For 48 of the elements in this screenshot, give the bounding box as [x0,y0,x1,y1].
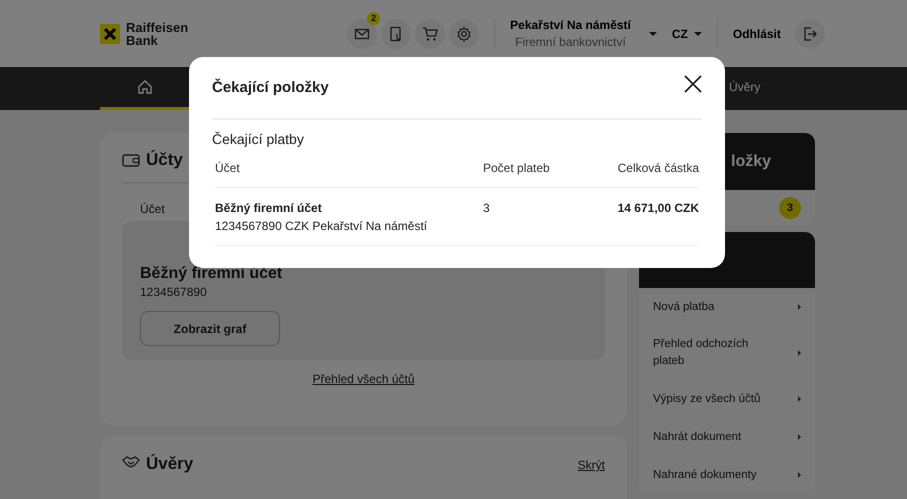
logout-icon [802,26,818,42]
account-number: 1234567890 [140,285,207,299]
quick-action-item[interactable]: Nová platba [639,288,815,326]
column-header: Účet [215,161,240,175]
close-icon [684,74,702,92]
show-chart-button[interactable]: Zobrazit graf [140,311,280,346]
chevron-icon [798,434,801,440]
quick-action-item[interactable]: Výpisy ze všech účtů [639,380,815,418]
chevron-icon [798,472,801,478]
home-icon [137,79,153,95]
bank-logo-text: Raiffeisen Bank [126,20,188,46]
column-label: Účet [140,202,165,216]
settings-icon [456,26,472,42]
card-title: ložky [731,152,772,170]
wallet-icon [122,152,140,168]
column-header: Celková částka [618,161,699,175]
account-detail: 1234567890 CZK Pekařství Na náměstí [215,219,428,233]
quick-action-item[interactable]: Nahrané dokumenty [639,456,815,494]
quick-action-item[interactable]: Nahrát dokument [639,418,815,456]
column-header: Počet plateb [483,161,550,175]
notification-badge: 2 [367,12,380,24]
settings-button[interactable] [449,18,480,48]
nav-tab[interactable]: Úvěry [725,67,764,110]
all-accounts-link[interactable]: Přehled všech účtů [312,372,415,386]
section-title: Čekající platby [212,131,304,147]
language-selector[interactable]: CZ [672,26,702,40]
account-name: Běžný firemní účet [215,201,323,215]
dialog-title: Čekající položky [212,79,329,96]
logo-icon [100,24,120,44]
card-title: Úvěry [146,454,194,474]
total-amount: 14 671,00 CZK [618,201,699,215]
chevron-icon [798,350,801,356]
caret-icon [648,32,657,36]
document-button[interactable] [381,18,412,48]
company-switcher[interactable]: Pekařství Na náměstí Firemní bankovnictví [510,18,657,49]
payment-count: 3 [483,201,490,215]
logout-button[interactable]: Odhlásit [732,18,825,48]
close-button[interactable] [684,74,702,92]
caret-icon [694,32,702,36]
cart-button[interactable] [415,18,446,48]
chevron-icon [798,396,801,402]
count-badge: 3 [779,197,801,219]
chevron-icon [798,304,801,310]
cart-icon [422,26,438,42]
card-title: Účty [146,150,183,170]
quick-action-item[interactable]: Přehled odchozích plateb [639,326,815,380]
handshake-icon [122,454,140,470]
hide-link[interactable]: Skrýt [578,458,605,472]
